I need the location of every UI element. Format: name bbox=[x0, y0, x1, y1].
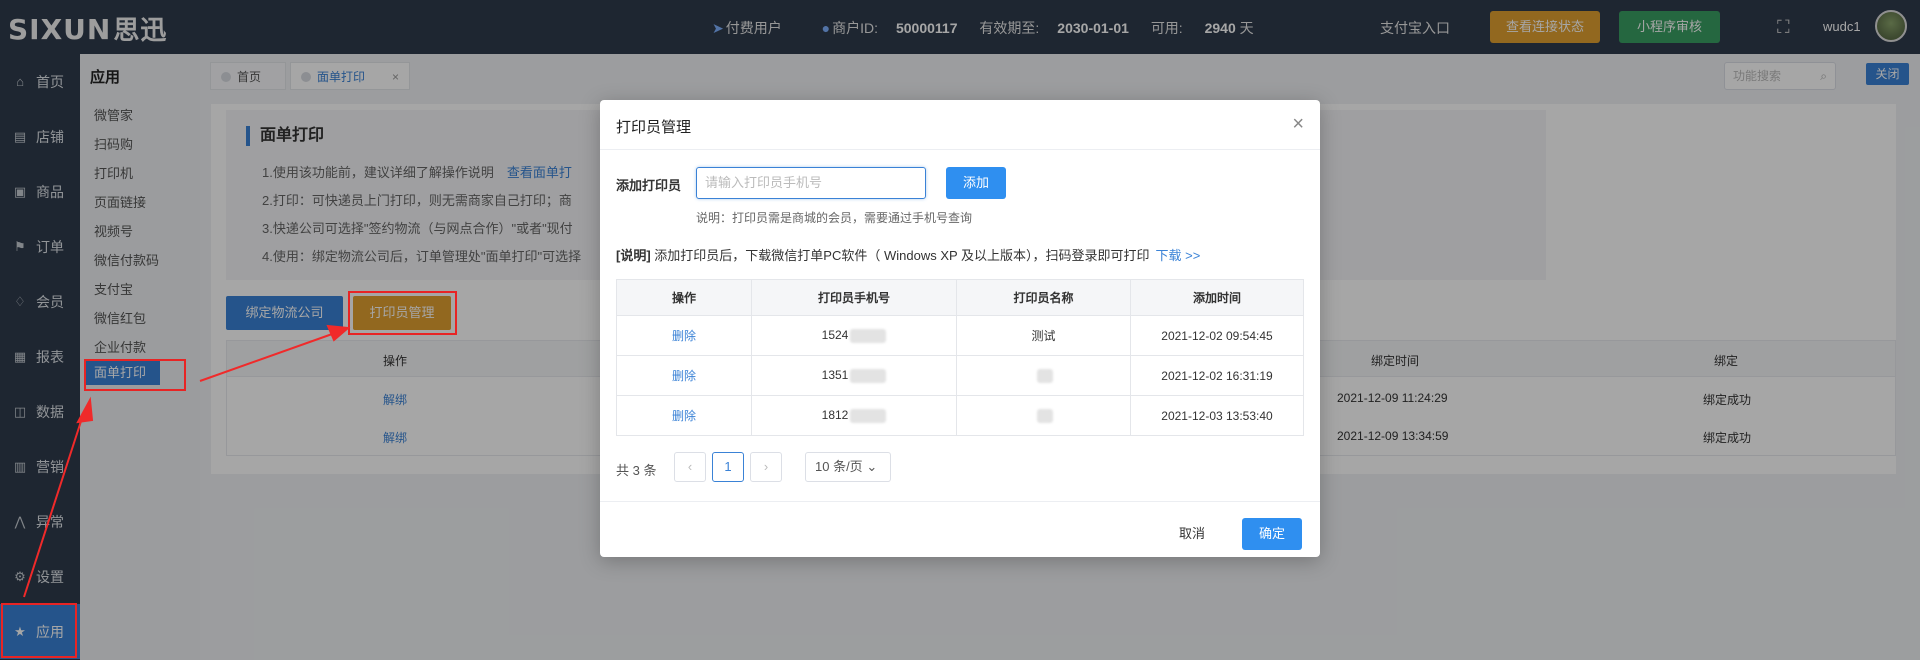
column-header: 打印员手机号 bbox=[751, 279, 957, 316]
next-page-button[interactable]: › bbox=[750, 452, 782, 482]
redacted-mark bbox=[850, 368, 887, 383]
name-cell: 测试 bbox=[956, 315, 1131, 356]
cancel-button[interactable]: 取消 bbox=[1166, 518, 1218, 550]
phone-cell: 1812 bbox=[751, 395, 957, 436]
page-size-select[interactable]: 10 条/页 ⌄ bbox=[805, 452, 891, 482]
chevron-down-icon: ⌄ bbox=[866, 459, 878, 474]
close-icon[interactable]: × bbox=[1292, 113, 1304, 136]
table-row: 删除 1524 测试 2021-12-02 09:54:45 bbox=[616, 315, 1304, 356]
redacted-mark bbox=[1036, 408, 1053, 423]
redacted-mark bbox=[850, 408, 887, 423]
name-cell bbox=[956, 395, 1131, 436]
confirm-button[interactable]: 确定 bbox=[1242, 518, 1302, 550]
input-hint: 说明：打印员需是商城的会员，需要通过手机号查询 bbox=[696, 211, 973, 225]
add-printer-label: 添加打印员 bbox=[616, 178, 682, 193]
delete-link[interactable]: 删除 bbox=[672, 369, 696, 383]
printer-table: 操作 打印员手机号 打印员名称 添加时间 删除 1524 测试 2021-12-… bbox=[616, 279, 1304, 436]
total-count: 共 3 条 bbox=[616, 463, 657, 478]
download-note: [说明] 添加打印员后，下载微信打单PC软件（ Windows XP 及以上版本… bbox=[616, 248, 1201, 263]
dialog-title: 打印员管理 bbox=[616, 119, 692, 136]
time-cell: 2021-12-02 09:54:45 bbox=[1130, 315, 1304, 356]
phone-cell: 1351 bbox=[751, 355, 957, 396]
prev-page-button[interactable]: ‹ bbox=[674, 452, 706, 482]
table-row: 删除 1351 2021-12-02 16:31:19 bbox=[616, 355, 1304, 396]
delete-link[interactable]: 删除 bbox=[672, 409, 696, 423]
redacted-mark bbox=[850, 328, 887, 343]
delete-link[interactable]: 删除 bbox=[672, 329, 696, 343]
page-number-button[interactable]: 1 bbox=[712, 452, 744, 482]
download-link[interactable]: 下载 >> bbox=[1156, 248, 1201, 263]
redacted-mark bbox=[1036, 368, 1053, 383]
add-button[interactable]: 添加 bbox=[946, 167, 1006, 199]
time-cell: 2021-12-03 13:53:40 bbox=[1130, 395, 1304, 436]
phone-cell: 1524 bbox=[751, 315, 957, 356]
dialog-header: 打印员管理 × bbox=[600, 100, 1320, 150]
column-header: 操作 bbox=[616, 279, 752, 316]
time-cell: 2021-12-02 16:31:19 bbox=[1130, 355, 1304, 396]
printer-manage-dialog: 打印员管理 × 添加打印员 请输入打印员手机号 添加 说明：打印员需是商城的会员… bbox=[600, 100, 1320, 557]
name-cell bbox=[956, 355, 1131, 396]
printer-phone-input[interactable]: 请输入打印员手机号 bbox=[696, 167, 926, 199]
table-row: 删除 1812 2021-12-03 13:53:40 bbox=[616, 395, 1304, 436]
column-header: 打印员名称 bbox=[956, 279, 1131, 316]
column-header: 添加时间 bbox=[1130, 279, 1304, 316]
dialog-footer bbox=[600, 501, 1320, 502]
table-header-row: 操作 打印员手机号 打印员名称 添加时间 bbox=[616, 279, 1304, 316]
